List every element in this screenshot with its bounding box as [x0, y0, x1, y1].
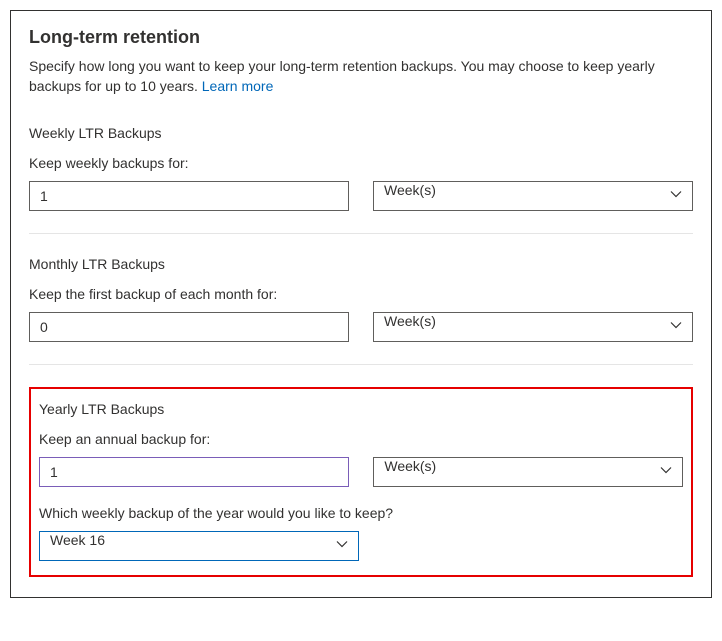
- weekly-unit-select-wrap: Week(s): [373, 181, 693, 211]
- weekly-row: Week(s): [29, 181, 693, 211]
- monthly-value-input[interactable]: [29, 312, 349, 342]
- panel-description: Specify how long you want to keep your l…: [29, 56, 693, 97]
- yearly-label: Keep an annual backup for:: [39, 431, 683, 447]
- description-text: Specify how long you want to keep your l…: [29, 58, 655, 94]
- yearly-which-select-wrap: Week 16: [39, 531, 359, 561]
- yearly-which-label: Which weekly backup of the year would yo…: [39, 505, 683, 521]
- yearly-value-input[interactable]: [39, 457, 349, 487]
- ltr-panel: Long-term retention Specify how long you…: [10, 10, 712, 598]
- panel-title: Long-term retention: [29, 27, 693, 48]
- weekly-heading: Weekly LTR Backups: [29, 125, 693, 141]
- monthly-unit-select[interactable]: Week(s): [373, 312, 693, 342]
- divider: [29, 233, 693, 234]
- monthly-unit-select-wrap: Week(s): [373, 312, 693, 342]
- yearly-highlight-box: Yearly LTR Backups Keep an annual backup…: [29, 387, 693, 577]
- monthly-row: Week(s): [29, 312, 693, 342]
- yearly-unit-select[interactable]: Week(s): [373, 457, 683, 487]
- yearly-which-row: Week 16: [39, 531, 683, 561]
- monthly-label: Keep the first backup of each month for:: [29, 286, 693, 302]
- weekly-unit-select[interactable]: Week(s): [373, 181, 693, 211]
- learn-more-link[interactable]: Learn more: [202, 78, 274, 94]
- yearly-unit-select-wrap: Week(s): [373, 457, 683, 487]
- yearly-heading: Yearly LTR Backups: [39, 401, 683, 417]
- divider: [29, 364, 693, 365]
- weekly-label: Keep weekly backups for:: [29, 155, 693, 171]
- yearly-row: Week(s): [39, 457, 683, 487]
- weekly-value-input[interactable]: [29, 181, 349, 211]
- yearly-which-select[interactable]: Week 16: [39, 531, 359, 561]
- monthly-heading: Monthly LTR Backups: [29, 256, 693, 272]
